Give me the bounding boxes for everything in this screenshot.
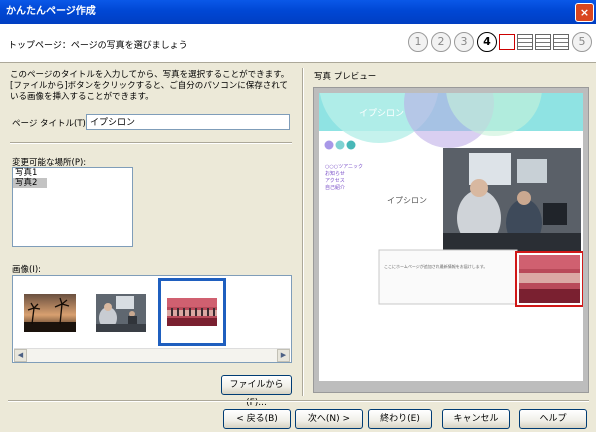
- page-title-input[interactable]: イプシロン: [86, 114, 290, 130]
- preview-page: イプシロン ○○○ツアニック お知らせ アクセス 自己紹介 イプシロン ここにホ…: [319, 93, 583, 381]
- close-icon: ×: [579, 6, 590, 19]
- from-file-button[interactable]: ファイルから(F)...: [221, 375, 292, 408]
- site-title: イプシロン: [359, 109, 405, 119]
- site-notice: ここにホームページが追加され最新情報をお届けします。: [384, 264, 488, 269]
- scroll-right-icon[interactable]: ▶: [277, 349, 290, 362]
- cancel-button[interactable]: キャンセル: [442, 409, 510, 429]
- page-icon: [535, 34, 551, 50]
- nav-link: ○○○ツアニック: [325, 164, 363, 170]
- step-3: 3: [454, 32, 474, 52]
- step-1: 1: [408, 32, 428, 52]
- window-title: かんたんページ作成: [6, 6, 96, 17]
- help-button[interactable]: ヘルプ: [519, 409, 587, 429]
- nav-link: 自己紹介: [325, 185, 346, 191]
- preview-label: 写真 プレビュー: [314, 72, 377, 82]
- finish-button[interactable]: 終わり(E): [368, 409, 432, 429]
- image-thumbnail-sunset[interactable]: [24, 294, 76, 332]
- images-label: 画像(I):: [12, 265, 42, 275]
- close-button[interactable]: ×: [575, 3, 594, 22]
- instructions-text: このページのタイトルを入力してから、写真を選択することができます。[ファイルから…: [10, 70, 290, 102]
- step-4-current: 4: [477, 32, 497, 52]
- nav-link: アクセス: [325, 178, 345, 184]
- page-icon: [499, 34, 515, 50]
- image-gallery[interactable]: ◀ ▶: [12, 275, 292, 363]
- nav-link: お知らせ: [325, 171, 345, 177]
- horizontal-scrollbar[interactable]: ◀ ▶: [14, 348, 290, 362]
- back-button[interactable]: < 戻る(B): [223, 409, 291, 429]
- list-item[interactable]: 写真1: [13, 168, 132, 178]
- preview-decoration: [319, 93, 583, 307]
- page-heading: トップページ：ページの写真を選びましょう: [8, 41, 188, 51]
- step-indicator: 1 2 3 4 5: [405, 32, 592, 52]
- site-nav: ○○○ツアニック お知らせ アクセス 自己紹介: [325, 164, 363, 192]
- site-body-title: イプシロン: [387, 196, 427, 205]
- list-item-selected[interactable]: 写真2: [13, 178, 47, 188]
- page-icon: [517, 34, 533, 50]
- wizard-header: トップページ：ページの写真を選びましょう 1 2 3 4 5: [0, 24, 596, 63]
- image-thumbnail-parade[interactable]: [167, 298, 217, 326]
- photo-preview: イプシロン ○○○ツアニック お知らせ アクセス 自己紹介 イプシロン ここにホ…: [313, 87, 589, 393]
- divider: [10, 142, 292, 144]
- changeable-listbox[interactable]: 写真1 写真2: [12, 167, 133, 247]
- step-5: 5: [572, 32, 592, 52]
- page-title-label: ページ タイトル(T):: [12, 119, 89, 129]
- next-button[interactable]: 次へ(N) >: [295, 409, 363, 429]
- image-thumbnail-meeting[interactable]: [96, 294, 146, 332]
- page-icon: [553, 34, 569, 50]
- scroll-left-icon[interactable]: ◀: [14, 349, 27, 362]
- window-titlebar[interactable]: かんたんページ作成 ×: [0, 0, 596, 24]
- divider: [8, 400, 589, 402]
- image-thumbnail-selected-frame[interactable]: [158, 278, 226, 346]
- divider: [302, 68, 304, 396]
- step-2: 2: [431, 32, 451, 52]
